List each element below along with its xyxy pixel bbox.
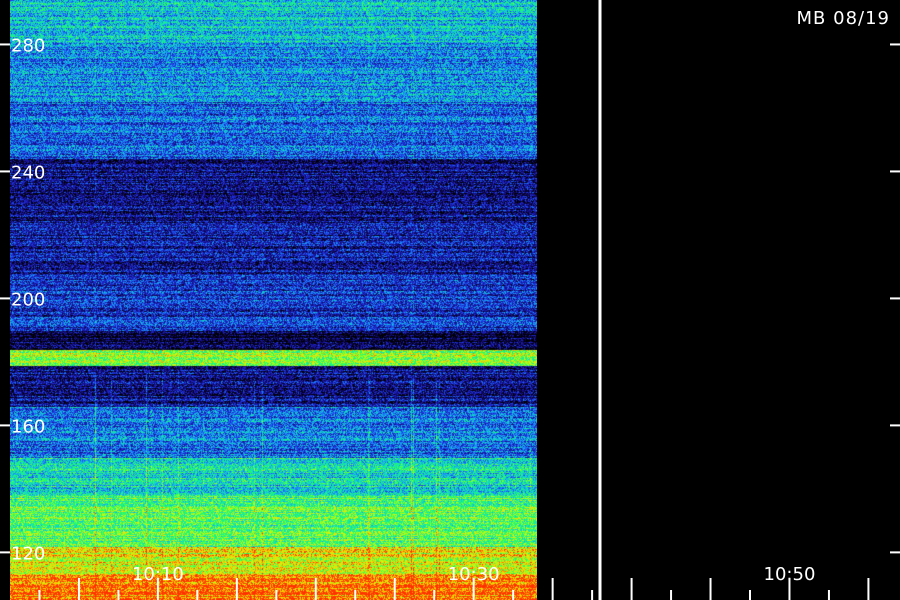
x-tick-label: 10:50 [764, 564, 816, 585]
y-ticks-left [0, 43, 10, 554]
x-tick-label: 10:30 [448, 564, 500, 585]
y-ticks-right [890, 43, 900, 554]
x-tick-label: 10:10 [132, 564, 184, 585]
y-tick-label: 240 [11, 162, 45, 183]
x-tick-labels: 10:10 10:30 10:50 [132, 564, 815, 585]
chart-title: MB 08/19 [797, 8, 890, 29]
y-tick-label: 160 [11, 416, 45, 437]
y-tick-labels: 280 240 200 160 120 [11, 35, 45, 564]
y-tick-label: 120 [11, 543, 45, 564]
y-tick-label: 280 [11, 35, 45, 56]
chart-overlay: 280 240 200 160 120 10:10 10:30 10:50 MB 08/19 [0, 0, 900, 600]
y-tick-label: 200 [11, 289, 45, 310]
